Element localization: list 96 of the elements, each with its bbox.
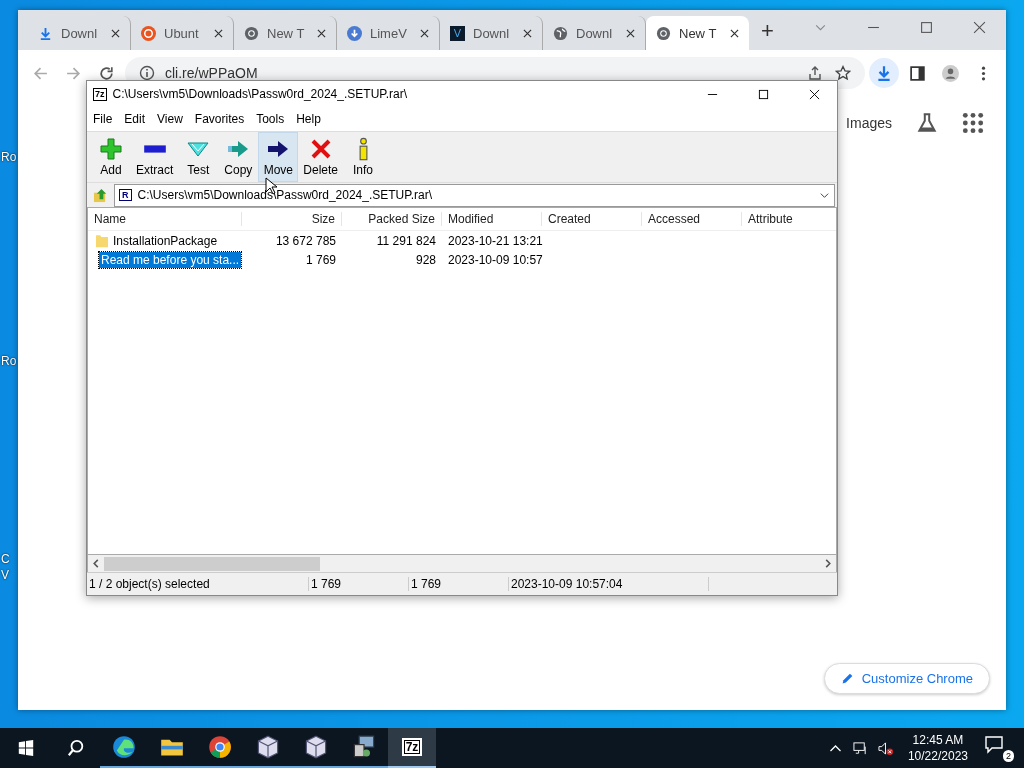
column-header[interactable]: Created bbox=[542, 212, 642, 226]
apps-grid-icon[interactable] bbox=[962, 112, 984, 134]
file-name[interactable]: InstallationPackage bbox=[111, 232, 220, 249]
browser-tab[interactable]: New T bbox=[646, 16, 749, 50]
status-text: 1 769 bbox=[309, 577, 409, 591]
toolbar-button[interactable]: Test bbox=[178, 132, 219, 182]
new-tab-button[interactable]: + bbox=[761, 18, 774, 44]
share-icon[interactable] bbox=[807, 65, 823, 81]
side-panel-icon[interactable] bbox=[909, 64, 926, 82]
toolbar-button[interactable]: Delete bbox=[298, 132, 344, 182]
menu-item[interactable]: Edit bbox=[118, 112, 152, 126]
menu-item[interactable]: View bbox=[151, 112, 189, 126]
download-icon bbox=[347, 25, 362, 41]
images-link[interactable]: Images bbox=[846, 115, 892, 131]
scroll-left-icon[interactable] bbox=[93, 559, 99, 568]
close-icon[interactable] bbox=[420, 28, 429, 38]
status-text: 2023-10-09 10:57:04 bbox=[509, 577, 709, 591]
column-header[interactable]: Name bbox=[88, 212, 242, 226]
clock[interactable]: 12:45 AM 10/22/2023 bbox=[907, 732, 968, 764]
chrome-icon bbox=[244, 25, 259, 41]
status-text: 1 769 bbox=[409, 577, 509, 591]
desktop-icon-label[interactable]: Ro bbox=[1, 354, 17, 368]
maximize-icon[interactable] bbox=[758, 88, 769, 100]
plus-icon bbox=[99, 137, 123, 161]
chrome-icon bbox=[208, 735, 232, 759]
toolbar-button[interactable]: Copy bbox=[218, 132, 259, 182]
browser-logo-icon bbox=[112, 735, 136, 759]
desktop-icon-label[interactable]: Ro bbox=[1, 150, 17, 164]
menu-item[interactable]: Tools bbox=[250, 112, 291, 126]
scroll-right-icon[interactable] bbox=[825, 559, 831, 568]
horizontal-scrollbar[interactable] bbox=[87, 555, 837, 572]
browser-tab[interactable]: Downl bbox=[28, 16, 131, 50]
folder-icon bbox=[96, 233, 108, 248]
start-icon[interactable] bbox=[17, 739, 35, 757]
taskbar-app[interactable]: 7z bbox=[388, 728, 436, 768]
column-header[interactable]: Accessed bbox=[642, 212, 742, 226]
search-icon[interactable] bbox=[67, 739, 85, 757]
window-title: C:\Users\vm5\Downloads\Passw0rd_2024_.SETUP.rar\ bbox=[112, 87, 408, 101]
table-cell-text: 2023-10-21 13:21 bbox=[447, 233, 542, 248]
close-icon[interactable] bbox=[523, 28, 532, 38]
browser-tab[interactable]: New T bbox=[234, 16, 337, 50]
browser-tab[interactable]: V Downl bbox=[440, 16, 543, 50]
computer-icon bbox=[352, 735, 376, 759]
globe-icon bbox=[553, 25, 568, 41]
close-icon[interactable] bbox=[809, 88, 820, 100]
close-icon[interactable] bbox=[626, 28, 635, 38]
network-icon[interactable] bbox=[852, 740, 868, 756]
star-icon[interactable] bbox=[835, 65, 851, 81]
archive-icon: R bbox=[119, 189, 132, 201]
desktop-icon-label[interactable]: C bbox=[1, 552, 10, 566]
download-icon bbox=[38, 25, 53, 41]
minus-icon bbox=[142, 144, 167, 154]
flask-icon[interactable] bbox=[916, 112, 938, 134]
app-logo-icon: 7z bbox=[401, 738, 423, 756]
chrome-icon bbox=[656, 25, 671, 41]
folder-up-icon[interactable] bbox=[93, 187, 108, 203]
table-cell-text: 928 bbox=[414, 252, 437, 267]
letter-logo-icon: V bbox=[450, 25, 465, 41]
close-icon[interactable] bbox=[214, 28, 223, 38]
app-logo-icon: 7z bbox=[93, 87, 107, 101]
pencil-icon bbox=[840, 672, 854, 685]
cube-icon bbox=[304, 735, 328, 759]
cube-icon bbox=[256, 735, 280, 759]
toolbar-button[interactable]: Move bbox=[258, 132, 299, 182]
info-icon bbox=[139, 65, 155, 81]
status-text: 1 / 2 object(s) selected bbox=[87, 577, 309, 591]
menu-item[interactable]: Help bbox=[290, 112, 327, 126]
table-cell-text: 1 769 bbox=[304, 252, 337, 267]
table-cell-text: 2023-10-09 10:57 bbox=[447, 252, 542, 267]
table-cell-text: 11 291 824 bbox=[375, 233, 437, 248]
table-cell-text: 13 672 785 bbox=[274, 233, 337, 248]
close-icon[interactable] bbox=[730, 28, 739, 38]
file-name[interactable]: Read me before you sta... bbox=[99, 251, 242, 268]
column-header[interactable]: Attribute bbox=[742, 212, 836, 226]
muted-speaker-icon[interactable] bbox=[877, 740, 893, 756]
download-button[interactable] bbox=[869, 58, 899, 88]
profile-icon[interactable] bbox=[942, 64, 959, 82]
desktop-icon-label[interactable]: V bbox=[1, 568, 9, 582]
close-icon[interactable] bbox=[317, 28, 326, 38]
column-header[interactable]: Packed Size bbox=[342, 212, 442, 226]
column-header[interactable]: Modified bbox=[442, 212, 542, 226]
menu-item[interactable]: Favorites bbox=[188, 112, 251, 126]
customize-chrome-button[interactable]: Customize Chrome bbox=[823, 663, 990, 694]
path-field[interactable]: R C:\Users\vm5\Downloads\Passw0rd_2024_.SETUP.rar\ bbox=[114, 183, 835, 207]
info-icon bbox=[358, 137, 368, 161]
toolbar-button[interactable]: Info bbox=[343, 132, 384, 182]
browser-tab[interactable]: Ubunt bbox=[131, 16, 234, 50]
browser-tab[interactable]: LimeV bbox=[337, 16, 440, 50]
toolbar-button[interactable]: Add bbox=[91, 132, 131, 182]
menu-item[interactable]: File bbox=[87, 112, 119, 126]
circle-logo-icon bbox=[141, 25, 156, 41]
download-icon bbox=[875, 64, 893, 82]
reload-icon[interactable] bbox=[98, 64, 115, 82]
toolbar-button[interactable]: Extract bbox=[131, 132, 179, 182]
close-icon[interactable] bbox=[111, 28, 120, 38]
column-header[interactable]: Size bbox=[242, 212, 342, 226]
